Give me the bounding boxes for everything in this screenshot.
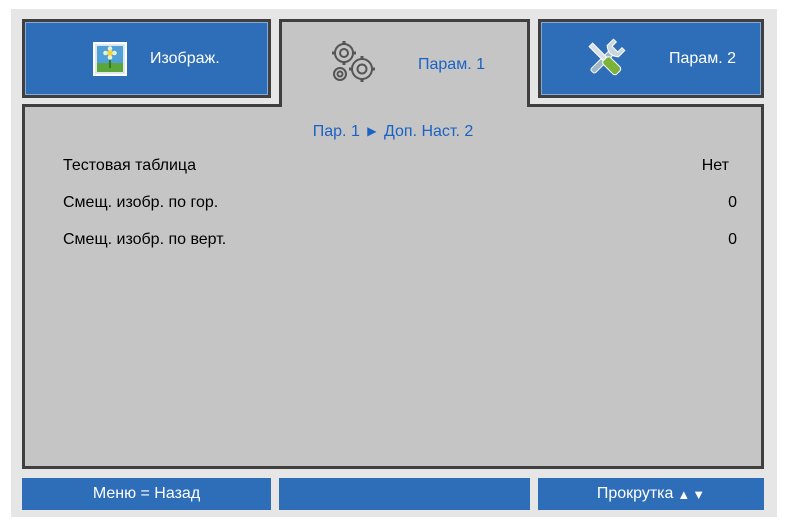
footer-scroll-label: Прокрутка — [596, 485, 674, 502]
menu-item-h-image-shift[interactable]: Смещ. изобр. по гор. 0 — [63, 194, 737, 214]
tab-settings-2-label: Парам. 2 — [669, 49, 736, 67]
breadcrumb-current: Доп. Наст. 2 — [383, 123, 474, 140]
menu-item-value[interactable]: 0 — [728, 194, 737, 212]
settings-panel: Пар. 1 ▶ Доп. Наст. 2 Тестовая таблица Н… — [22, 107, 764, 469]
tab-settings-2-body: Парам. 2 — [541, 22, 761, 95]
scroll-down-icon: ▼ — [692, 486, 706, 502]
tab-settings-2[interactable]: Парам. 2 — [538, 19, 764, 98]
menu-item-value[interactable]: Нет — [702, 157, 729, 175]
breadcrumb-arrow-icon: ▶ — [367, 124, 377, 138]
menu-item-label: Тестовая таблица — [63, 157, 196, 174]
menu-item-test-pattern[interactable]: Тестовая таблица Нет — [63, 157, 737, 177]
breadcrumb: Пар. 1 ▶ Доп. Наст. 2 — [25, 123, 761, 141]
menu-item-label: Смещ. изобр. по гор. — [63, 194, 219, 211]
tab-image-body: Изображ. — [25, 22, 268, 95]
gears-icon — [332, 40, 375, 82]
tab-settings-1[interactable]: Парам. 1 — [279, 19, 530, 107]
menu-item-v-image-shift[interactable]: Смещ. изобр. по верт. 0 — [63, 231, 737, 251]
footer-back-label: Меню = Назад — [92, 485, 201, 502]
breadcrumb-parent[interactable]: Пар. 1 — [313, 123, 360, 140]
tab-settings-1-label: Парам. 1 — [418, 55, 485, 73]
flower-image-icon — [93, 41, 127, 76]
footer-middle — [279, 478, 530, 510]
menu-item-label: Смещ. изобр. по верт. — [63, 231, 227, 248]
footer-scroll-hint: Прокрутка ▲ ▼ — [538, 478, 764, 510]
footer-back-hint: Меню = Назад — [22, 478, 271, 510]
tab-image-label: Изображ. — [150, 49, 220, 67]
tools-icon — [588, 37, 626, 75]
scroll-up-icon: ▲ — [677, 486, 691, 502]
tab-image[interactable]: Изображ. — [22, 19, 271, 98]
menu-item-value[interactable]: 0 — [728, 231, 737, 249]
